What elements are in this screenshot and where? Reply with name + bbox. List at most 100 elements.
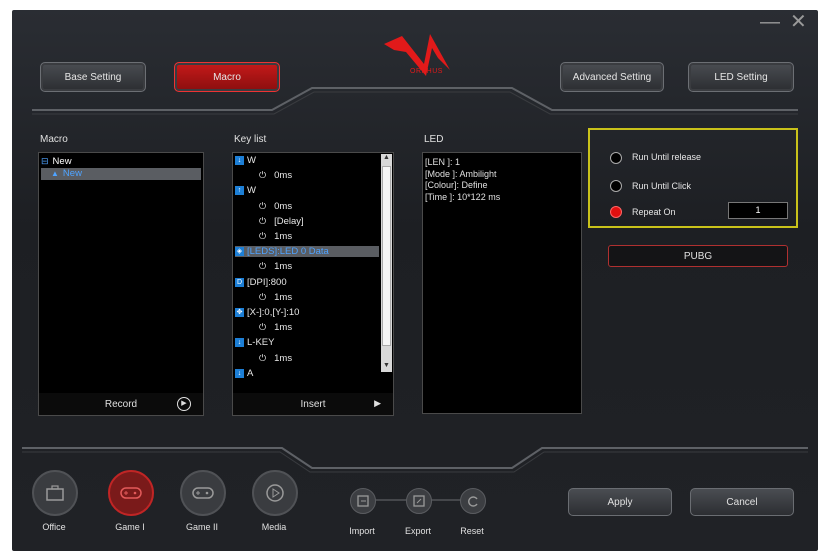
reset-button[interactable] xyxy=(460,488,486,514)
key-list-row[interactable]: ↑ W xyxy=(235,185,256,196)
apply-button[interactable]: Apply xyxy=(568,488,672,516)
led-line: [Colour]: Define xyxy=(425,180,488,190)
key-list-row[interactable]: ◈ [LEDS]:LED 0 Data xyxy=(235,246,379,258)
timer-icon: ⏻ xyxy=(259,215,267,226)
down-arrow-icon: ↓ xyxy=(235,155,244,165)
record-button[interactable]: Record ▶ xyxy=(39,393,203,415)
import-icon xyxy=(357,495,369,507)
key-list-row[interactable]: ⏻ 1ms xyxy=(259,322,292,333)
key-list-row[interactable]: ⏻ 0ms xyxy=(259,201,292,212)
led-line: [LEN ]: 1 xyxy=(425,157,461,167)
up-arrow-icon: ↑ xyxy=(235,186,244,196)
repeat-options-box: Run Until release Run Until Click Repeat… xyxy=(588,128,798,228)
nav-game-2[interactable] xyxy=(180,470,226,516)
brand-logo: ORPHUS xyxy=(380,28,460,84)
profile-pubg-button[interactable]: PUBG xyxy=(608,245,788,267)
tab-led-setting[interactable]: LED Setting xyxy=(688,62,794,92)
key-list-scrollbar[interactable]: ▲ ▼ xyxy=(381,154,392,372)
macro-folder-label: New xyxy=(52,156,72,167)
repeat-count-input[interactable]: 1 xyxy=(728,202,788,219)
reset-icon xyxy=(468,496,478,507)
timer-icon: ⏻ xyxy=(259,200,267,211)
nav-game-1[interactable] xyxy=(108,470,154,516)
nav-media-label: Media xyxy=(261,522,287,532)
key-list-row[interactable]: ✥ [X-]:0,[Y-]:10 xyxy=(235,307,299,318)
nav-game-2-label: Game II xyxy=(185,522,218,532)
gamepad-icon xyxy=(192,487,214,499)
key-list-row[interactable]: ⏻ 0ms xyxy=(259,170,292,181)
record-label: Record xyxy=(104,398,138,410)
tab-base-setting[interactable]: Base Setting xyxy=(40,62,146,92)
insert-arrow-icon: ▶ xyxy=(374,398,381,408)
run-until-release-label: Run Until release xyxy=(632,152,702,162)
nav-media[interactable] xyxy=(252,470,298,516)
nav-office-label: Office xyxy=(42,522,66,532)
nav-office[interactable] xyxy=(32,470,78,516)
repeat-on-radio[interactable] xyxy=(610,206,622,218)
tab-advanced-setting[interactable]: Advanced Setting xyxy=(560,62,664,92)
minimize-button[interactable]: — xyxy=(760,12,780,32)
move-icon: ✥ xyxy=(235,307,244,317)
key-list[interactable]: ↓ W ⏻ 0ms ↑ W ⏻ 0ms ⏻ [Delay] ⏻ 1ms ◈ [LEDS]:LED 0 Da… xyxy=(232,152,394,416)
key-list-row[interactable]: ⏻ 1ms xyxy=(259,292,292,303)
export-button[interactable] xyxy=(406,488,432,514)
key-list-row-text: A xyxy=(247,367,254,379)
key-list-row-text: 1ms xyxy=(274,231,293,242)
key-list-row[interactable]: D [DPI]:800 xyxy=(235,277,287,288)
key-list-row[interactable]: ↓ W xyxy=(235,155,256,166)
briefcase-icon xyxy=(46,485,64,501)
macro-item-label: New xyxy=(62,168,82,179)
gamepad-icon xyxy=(120,487,142,499)
timer-icon: ⏻ xyxy=(259,170,267,181)
repeat-on-label: Repeat On xyxy=(632,207,676,217)
key-list-row-text: 0ms xyxy=(274,200,293,212)
key-list-row[interactable]: ⏻ 1ms xyxy=(259,231,292,242)
import-button[interactable] xyxy=(350,488,376,514)
timer-icon: ⏻ xyxy=(259,322,267,333)
scroll-down-icon[interactable]: ▼ xyxy=(381,362,392,372)
reset-label: Reset xyxy=(460,526,484,536)
run-until-click-radio[interactable] xyxy=(610,180,622,192)
keylist-panel-label: Key list xyxy=(234,134,267,145)
key-list-row[interactable]: ⏻ [Delay] xyxy=(259,216,304,227)
close-button[interactable]: ✕ xyxy=(790,12,807,32)
brand-logo-text: ORPHUS xyxy=(410,68,443,75)
down-arrow-icon: ↓ xyxy=(235,338,244,348)
timer-icon: ⏻ xyxy=(259,352,267,363)
key-list-row-text: 0ms xyxy=(274,170,293,182)
key-list-row[interactable]: ⏻ 1ms xyxy=(259,353,292,364)
scroll-thumb[interactable] xyxy=(382,166,391,346)
key-list-row[interactable]: ⏻ 1ms xyxy=(259,261,292,272)
cancel-button[interactable]: Cancel xyxy=(690,488,794,516)
dpi-icon: D xyxy=(235,277,244,287)
tab-macro[interactable]: Macro xyxy=(174,62,280,92)
key-list-row-text: 1ms xyxy=(274,352,293,364)
scroll-up-icon[interactable]: ▲ xyxy=(381,154,392,164)
macro-panel-label: Macro xyxy=(40,134,68,145)
folder-icon: ⊟ xyxy=(41,156,49,166)
macro-item-selected[interactable]: ▲ New xyxy=(41,168,201,180)
run-until-click-label: Run Until Click xyxy=(632,181,692,191)
key-list-row-text: L-KEY xyxy=(247,337,275,349)
key-list-row[interactable]: ↓ L-KEY xyxy=(235,337,274,348)
led-icon: ◈ xyxy=(235,247,244,257)
key-list-row-text: [LEDS]:LED 0 Data xyxy=(247,246,329,258)
timer-icon: ⏻ xyxy=(259,291,267,302)
record-play-icon: ▶ xyxy=(177,397,191,411)
export-label: Export xyxy=(404,526,431,536)
macro-list[interactable]: ⊟ New ▲ New Record ▶ xyxy=(38,152,204,416)
macro-folder-item[interactable]: ⊟ New xyxy=(41,155,201,167)
led-info-box: [LEN ]: 1 [Mode ]: Ambilight [Colour]: D… xyxy=(422,152,582,414)
brand-logo-mark xyxy=(384,34,450,76)
down-arrow-icon: ↓ xyxy=(235,368,244,378)
key-list-row-text: W xyxy=(247,185,256,197)
key-list-row-text: [X-]:0,[Y-]:10 xyxy=(247,307,300,318)
timer-icon: ⏻ xyxy=(259,261,267,272)
key-list-row-text: 1ms xyxy=(274,291,293,303)
insert-button[interactable]: Insert ▶ xyxy=(233,393,393,415)
run-until-release-radio[interactable] xyxy=(610,152,622,164)
key-list-row-text: W xyxy=(247,155,256,166)
macro-file-icon: ▲ xyxy=(51,169,59,178)
key-list-row[interactable]: ↓ A xyxy=(235,368,253,379)
insert-label: Insert xyxy=(300,398,326,410)
